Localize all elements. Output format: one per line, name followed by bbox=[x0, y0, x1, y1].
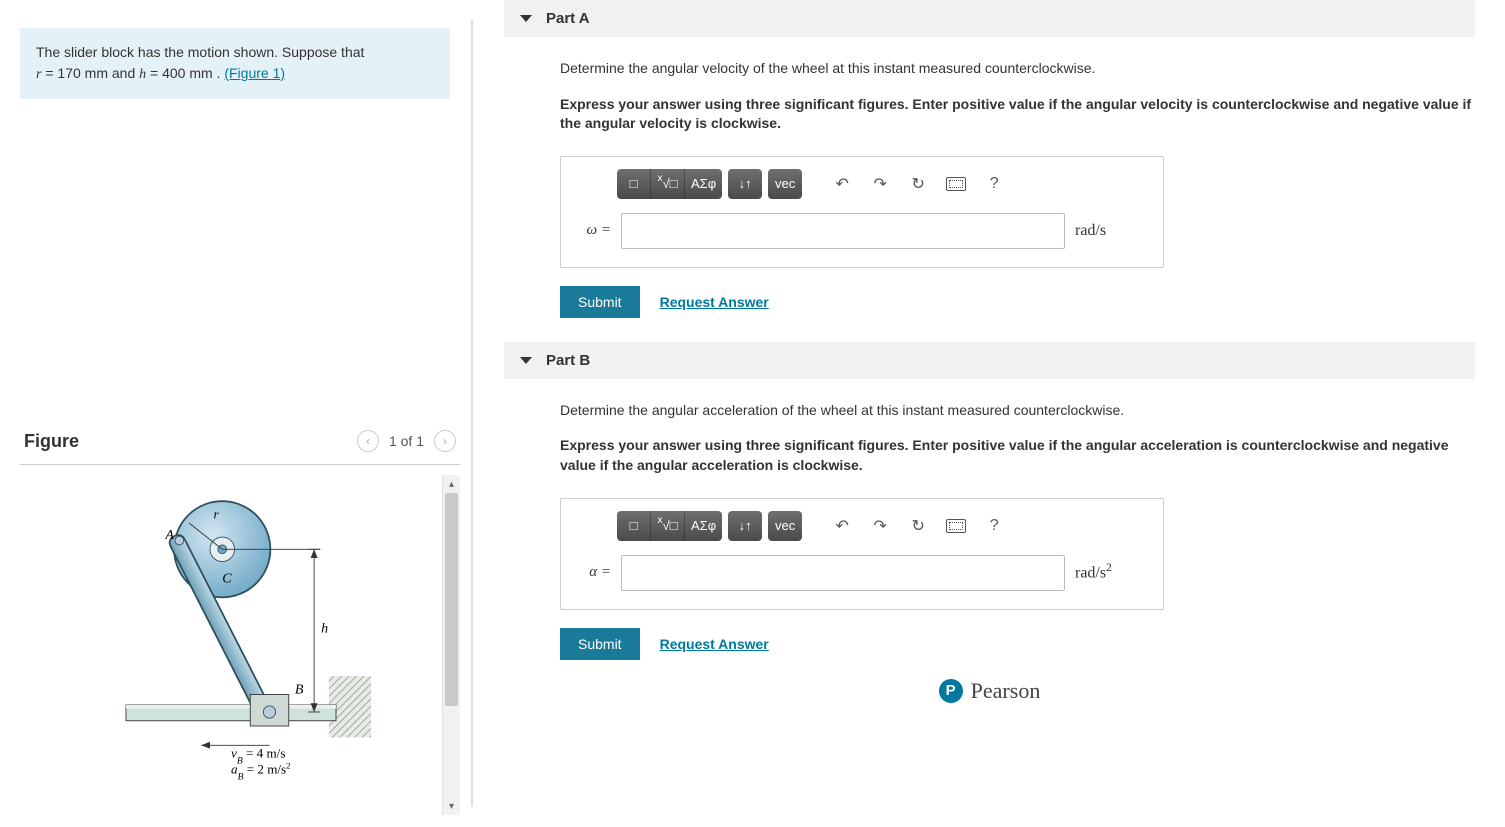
pearson-brand-text: Pearson bbox=[971, 678, 1041, 704]
undo-button[interactable]: ↶ bbox=[826, 511, 858, 541]
keyboard-button[interactable] bbox=[940, 169, 972, 199]
problem-statement: The slider block has the motion shown. S… bbox=[20, 28, 450, 99]
svg-text:h: h bbox=[321, 621, 328, 636]
keyboard-icon bbox=[946, 519, 966, 533]
part-b-instructions: Express your answer using three signific… bbox=[560, 436, 1475, 475]
svg-text:C: C bbox=[222, 571, 232, 586]
keyboard-button[interactable] bbox=[940, 511, 972, 541]
scroll-up-icon[interactable]: ▴ bbox=[443, 475, 460, 493]
reset-button[interactable]: ↻ bbox=[902, 169, 934, 199]
figure-scrollbar[interactable]: ▴ ▾ bbox=[442, 475, 460, 815]
figure-panel: Figure ‹ 1 of 1 › bbox=[20, 422, 460, 815]
redo-button[interactable]: ↷ bbox=[864, 169, 896, 199]
svg-text:A: A bbox=[164, 527, 174, 542]
vector-button[interactable]: vec bbox=[768, 169, 802, 199]
left-panel: The slider block has the motion shown. S… bbox=[0, 0, 470, 827]
part-b-prompt: Determine the angular acceleration of th… bbox=[560, 401, 1475, 421]
part-a-title: Part A bbox=[546, 10, 590, 27]
part-a-header[interactable]: Part A bbox=[504, 0, 1475, 37]
part-a-instructions: Express your answer using three signific… bbox=[560, 95, 1475, 134]
part-a-prompt: Determine the angular velocity of the wh… bbox=[560, 59, 1475, 79]
figure-link[interactable]: (Figure 1) bbox=[224, 65, 285, 81]
omega-lhs: ω = bbox=[579, 222, 611, 239]
scroll-down-icon[interactable]: ▾ bbox=[443, 797, 460, 815]
toolbar-help-button[interactable]: ? bbox=[978, 511, 1010, 541]
panel-splitter[interactable] bbox=[470, 0, 474, 827]
part-b-toolbar: □ x√□ ΑΣφ ↓↑ vec ↶ ↷ ↻ bbox=[561, 511, 1163, 555]
part-a-units: rad/s bbox=[1075, 222, 1145, 240]
pearson-badge-icon: P bbox=[939, 679, 963, 703]
part-b-title: Part B bbox=[546, 352, 590, 369]
greek-letters-button[interactable]: ΑΣφ bbox=[685, 169, 722, 199]
greek-letters-button[interactable]: ΑΣφ bbox=[685, 511, 722, 541]
svg-text:B: B bbox=[295, 682, 304, 697]
fraction-root-button[interactable]: x√□ bbox=[651, 511, 685, 541]
toolbar-help-button[interactable]: ? bbox=[978, 169, 1010, 199]
part-a-answer-input[interactable] bbox=[621, 213, 1065, 249]
part-b-answer-area: □ x√□ ΑΣφ ↓↑ vec ↶ ↷ ↻ bbox=[560, 498, 1164, 610]
subscript-superscript-button[interactable]: ↓↑ bbox=[728, 169, 762, 199]
undo-button[interactable]: ↶ bbox=[826, 169, 858, 199]
subscript-superscript-button[interactable]: ↓↑ bbox=[728, 511, 762, 541]
part-a-request-answer-link[interactable]: Request Answer bbox=[660, 294, 769, 310]
part-b-units: rad/s2 bbox=[1075, 562, 1145, 582]
part-b-answer-input[interactable] bbox=[621, 555, 1065, 591]
svg-text:r: r bbox=[214, 506, 220, 521]
figure-prev-button[interactable]: ‹ bbox=[357, 430, 379, 452]
right-panel: Part A Determine the angular velocity of… bbox=[474, 0, 1505, 827]
reset-button[interactable]: ↻ bbox=[902, 511, 934, 541]
template-picker-button[interactable]: □ bbox=[617, 169, 651, 199]
part-b-submit-button[interactable]: Submit bbox=[560, 628, 640, 660]
figure-image: A C B r h vB = 4 m/s aB = 2 m/s2 bbox=[20, 475, 442, 815]
alpha-lhs: α = bbox=[579, 564, 611, 581]
template-picker-button[interactable]: □ bbox=[617, 511, 651, 541]
part-b-header[interactable]: Part B bbox=[504, 342, 1475, 379]
part-a-toolbar: □ x√□ ΑΣφ ↓↑ vec ↶ ↷ ↻ bbox=[561, 169, 1163, 213]
part-b: Part B Determine the angular acceleratio… bbox=[504, 342, 1475, 660]
footer: P Pearson bbox=[504, 678, 1475, 704]
chevron-down-icon bbox=[520, 15, 532, 22]
figure-next-button[interactable]: › bbox=[434, 430, 456, 452]
fraction-root-button[interactable]: x√□ bbox=[651, 169, 685, 199]
part-b-request-answer-link[interactable]: Request Answer bbox=[660, 636, 769, 652]
part-a-answer-area: □ x√□ ΑΣφ ↓↑ vec ↶ ↷ ↻ bbox=[560, 156, 1164, 268]
redo-button[interactable]: ↷ bbox=[864, 511, 896, 541]
vector-button[interactable]: vec bbox=[768, 511, 802, 541]
keyboard-icon bbox=[946, 177, 966, 191]
part-a-submit-button[interactable]: Submit bbox=[560, 286, 640, 318]
pearson-logo: P Pearson bbox=[939, 678, 1041, 704]
figure-title: Figure bbox=[24, 431, 79, 452]
figure-page-indicator: 1 of 1 bbox=[389, 433, 424, 449]
part-a: Part A Determine the angular velocity of… bbox=[504, 0, 1475, 318]
problem-text: The slider block has the motion shown. S… bbox=[36, 44, 364, 60]
chevron-down-icon bbox=[520, 357, 532, 364]
